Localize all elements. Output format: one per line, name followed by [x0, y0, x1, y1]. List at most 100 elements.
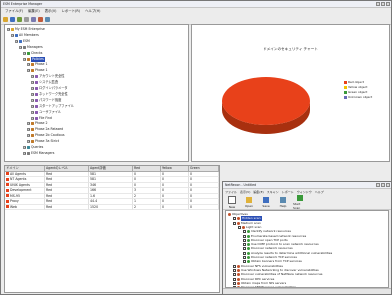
tree-item[interactable]: + Phase 3a Strict — [27, 139, 59, 144]
tree-item[interactable]: + Phase 1 — [27, 62, 48, 67]
legend-swatch — [344, 91, 347, 94]
menu-help[interactable]: ヘルプ(H) — [85, 8, 100, 14]
tree-item[interactable]: + スタートアップファイル — [31, 104, 74, 109]
tree-item-label: My ESM Enterprise — [15, 27, 45, 31]
open-folder-icon — [246, 196, 252, 203]
expand-toggle-icon[interactable]: + — [23, 151, 26, 155]
properties-icon[interactable] — [31, 16, 36, 22]
query-icon — [27, 146, 30, 149]
tree-item-label: ネットワーク完全性 — [39, 91, 68, 96]
tree-item[interactable]: + My ESM Enterprise — [7, 27, 45, 32]
open-icon[interactable] — [3, 16, 8, 22]
objective-checkbox[interactable] — [233, 221, 236, 225]
scan-menu-help[interactable]: ヘルプ — [315, 189, 324, 195]
expand-toggle-icon[interactable]: + — [27, 122, 30, 126]
table-cell: 0 — [189, 204, 219, 210]
chart-title: ドメインのセキュリティ チャート — [263, 47, 318, 51]
expand-toggle-icon[interactable]: + — [7, 28, 10, 31]
legend-item: Unknown object — [344, 95, 372, 100]
expand-toggle-icon[interactable]: + — [31, 98, 34, 102]
tree-item-label: ログインパラメータ — [39, 86, 68, 90]
tree-item[interactable]: + Phase 2 — [27, 121, 48, 126]
module-icon — [35, 92, 38, 96]
open-button[interactable]: Open — [242, 196, 256, 208]
tree-item[interactable]: + パスワード強度 — [31, 98, 61, 103]
expand-toggle-icon[interactable]: + — [15, 39, 18, 43]
tree-item[interactable]: + ESM Managers — [23, 151, 54, 156]
tree-item[interactable]: + ユーザファイル — [31, 110, 61, 115]
maximize-button[interactable] — [381, 2, 385, 6]
tree-item[interactable]: + アカウント完全性 — [31, 74, 65, 79]
tree-item-label: Checks — [31, 50, 43, 55]
objective-checkbox[interactable] — [238, 225, 241, 229]
expand-toggle-icon[interactable]: + — [27, 63, 30, 67]
save-icon[interactable] — [10, 16, 15, 22]
objectives-tree[interactable]: Objectives Hidden scan Medium scan Light sc… — [225, 210, 389, 288]
expand-toggle-icon[interactable]: + — [31, 104, 34, 108]
expand-toggle-icon[interactable]: + — [31, 110, 34, 114]
expand-toggle-icon[interactable]: + — [27, 128, 30, 132]
help-icon[interactable] — [45, 16, 50, 22]
expand-toggle-icon[interactable]: + — [31, 75, 34, 79]
tree-item[interactable]: + ESM — [15, 39, 30, 44]
tree-item-label: File Find — [39, 115, 52, 120]
menu-view[interactable]: 表示(V) — [45, 8, 57, 14]
scan-minimize-button[interactable] — [376, 183, 380, 187]
expand-toggle-icon[interactable]: + — [27, 140, 30, 144]
tree-item[interactable]: + ログインパラメータ — [31, 86, 68, 91]
table-row[interactable]: Web Red 1520 2 0 0 — [5, 204, 219, 210]
tree-item-label: スタートアップファイル — [39, 103, 75, 108]
expand-toggle-icon[interactable]: + — [31, 92, 34, 96]
tree-item[interactable]: + Queries — [23, 145, 43, 150]
expand-toggle-icon[interactable]: + — [27, 69, 30, 73]
expand-toggle-icon[interactable]: + — [31, 116, 34, 120]
tree-item[interactable]: + ネットワーク完全性 — [31, 92, 68, 97]
scan-title: NetRecon - Untitled — [225, 183, 257, 187]
tree-item[interactable]: + Checks — [23, 51, 42, 56]
refresh-icon[interactable] — [24, 16, 29, 22]
scan-menu-edit[interactable]: 編集(E) — [253, 189, 263, 195]
help-button[interactable]: Help — [276, 196, 290, 208]
expand-toggle-icon[interactable]: + — [23, 146, 26, 149]
expand-toggle-icon[interactable]: + — [19, 45, 22, 49]
start-scan-button[interactable]: Start Scan — [293, 194, 307, 210]
expand-toggle-icon[interactable]: + — [23, 57, 26, 61]
save-button[interactable]: Save — [259, 196, 273, 208]
tree-item[interactable]: + Phase 2b Cautious — [27, 133, 65, 138]
tree-item[interactable]: + All Members — [11, 33, 39, 38]
scan-menu-file[interactable]: ファイル — [225, 189, 237, 195]
enterprise-tree[interactable]: + My ESM Enterprise + All Members + ESM + Manag… — [4, 24, 189, 162]
table-cell: Red — [45, 204, 89, 210]
scan-menu-view[interactable]: 表示(V) — [240, 189, 250, 195]
table-cell: 1520 — [89, 204, 133, 210]
menu-report[interactable]: レポート(R) — [62, 8, 81, 14]
tree-item[interactable]: + Phase 2a Relaxed — [27, 127, 63, 132]
scan-menu-scan[interactable]: スキャン — [267, 189, 279, 195]
scan-close-button[interactable] — [386, 183, 390, 187]
scan-maximize-button[interactable] — [381, 183, 385, 187]
expand-toggle-icon[interactable]: + — [11, 33, 14, 37]
chart-legend: Red object Yellow object Green object Unkno… — [344, 80, 372, 100]
tree-item-label: Queries — [31, 145, 44, 149]
agent-summary-table[interactable]: ドメイン Agentのレベル Agent評価 Red Yellow Green All Ag… — [4, 165, 220, 293]
menu-edit[interactable]: 編集(E) — [28, 8, 40, 14]
close-button[interactable] — [386, 2, 390, 6]
tree-item-label: パスワード強度 — [39, 97, 62, 102]
connect-icon[interactable] — [17, 16, 22, 22]
new-button[interactable]: New — [225, 195, 239, 209]
minimize-button[interactable] — [376, 2, 380, 6]
tree-item[interactable]: + Phase 1 — [27, 68, 48, 73]
expand-toggle-icon[interactable]: + — [31, 87, 34, 90]
tree-item[interactable]: + システム監査 — [31, 80, 58, 85]
server-icon — [23, 45, 26, 49]
tree-item[interactable]: + File Find — [31, 116, 52, 121]
expand-toggle-icon[interactable]: + — [31, 81, 34, 85]
expand-toggle-icon[interactable]: + — [23, 51, 26, 55]
tree-item[interactable]: + Managers — [19, 45, 43, 50]
menu-file[interactable]: ファイル(F) — [5, 8, 23, 14]
scan-menu-report[interactable]: レポート — [282, 189, 294, 195]
policy-icon — [31, 128, 34, 132]
expand-toggle-icon[interactable]: + — [27, 134, 30, 138]
tree-item[interactable]: + Policies — [23, 56, 45, 62]
report-icon[interactable] — [38, 16, 43, 22]
